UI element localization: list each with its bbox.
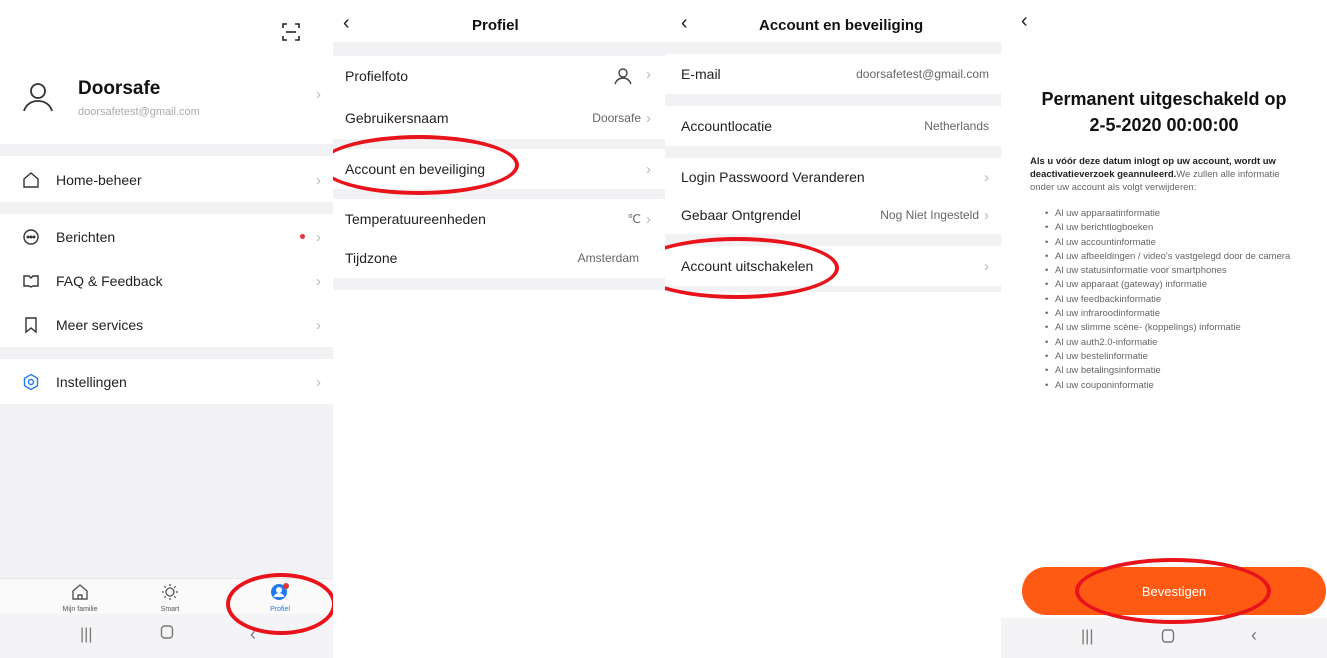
home-icon (22, 171, 40, 189)
chevron-right-icon: › (984, 257, 989, 275)
empty-area (0, 404, 333, 578)
row-temperatuureenheden[interactable]: Temperatuureenheden ℃ › (333, 199, 665, 239)
scan-icon[interactable] (281, 22, 301, 42)
settings-icon (22, 373, 40, 391)
list-item: Al uw berichtlogboeken (1045, 221, 1315, 236)
unread-dot (300, 234, 305, 239)
username: Doorsafe (78, 78, 161, 99)
page-title: Profiel (472, 17, 519, 34)
list-item: Al uw apparaatinformatie (1045, 207, 1315, 222)
divider (333, 42, 665, 56)
divider (333, 189, 665, 199)
list-item: Al uw afbeeldingen / video's vastgelegd … (1045, 250, 1315, 265)
deleted-info-list: Al uw apparaatinformatie Al uw berichtlo… (1045, 207, 1315, 393)
back-icon[interactable]: ‹ (681, 12, 688, 35)
divider (0, 347, 333, 359)
chevron-right-icon: › (316, 228, 321, 246)
row-login-passwoord[interactable]: Login Passwoord Veranderen › (665, 157, 1001, 197)
menu-item-berichten[interactable]: Berichten › (0, 215, 333, 259)
row-account-uitschakelen[interactable]: Account uitschakelen › (665, 246, 1001, 286)
account-security-screen: ‹ Account en beveiliging E-mail doorsafe… (665, 0, 1001, 658)
profiel-screen: ‹ Profiel Profielfoto › Gebruikersnaam D… (333, 0, 665, 658)
profile-icon (270, 583, 290, 601)
row-accountlocatie[interactable]: Accountlocatie Netherlands (665, 106, 1001, 146)
user-email: doorsafetest@gmail.com (78, 106, 200, 118)
tab-mijn-familie[interactable]: Mijn familie (50, 583, 110, 613)
row-account-en-beveiliging[interactable]: Account en beveiliging › (333, 149, 665, 189)
chevron-right-icon: › (316, 171, 321, 189)
chevron-right-icon: › (646, 210, 651, 228)
home-icon (71, 583, 89, 601)
home-button-icon[interactable] (160, 624, 174, 645)
back-nav-icon[interactable]: ‹ (250, 624, 256, 645)
divider (665, 234, 1001, 246)
sun-icon (161, 583, 179, 601)
divider (333, 278, 665, 290)
recent-apps-icon[interactable]: ||| (1081, 628, 1093, 646)
chevron-right-icon: › (316, 316, 321, 334)
list-item: Al uw accountinformatie (1045, 236, 1315, 251)
chevron-right-icon: › (316, 272, 321, 290)
divider (333, 139, 665, 149)
deactivation-title: Permanent uitgeschakeld op 2-5-2020 00:0… (1041, 89, 1287, 135)
divider (665, 94, 1001, 106)
avatar-icon (20, 79, 56, 115)
tab-smart[interactable]: Smart (140, 583, 200, 613)
chevron-right-icon: › (984, 206, 989, 224)
list-item: Al uw statusinformatie voor smartphones (1045, 264, 1315, 279)
back-icon[interactable]: ‹ (1021, 10, 1028, 33)
row-gebaar-ontgrendel[interactable]: Gebaar Ontgrendel Nog Niet Ingesteld › (665, 195, 1001, 235)
message-icon (22, 228, 40, 246)
system-nav-bar: ||| ‹ (0, 614, 333, 658)
back-icon[interactable]: ‹ (343, 12, 350, 35)
bookmark-icon (22, 316, 40, 334)
tab-bar: Mijn familie Smart Profiel (0, 578, 333, 614)
profile-home-screen: Doorsafe doorsafetest@gmail.com › Home-b… (0, 0, 333, 658)
divider (665, 286, 1001, 292)
list-item: Al uw infraroodinformatie (1045, 307, 1315, 322)
list-item: Al uw feedbackinformatie (1045, 293, 1315, 308)
avatar-icon (613, 66, 633, 86)
menu-item-faq-feedback[interactable]: FAQ & Feedback › (0, 259, 333, 303)
chevron-right-icon: › (646, 160, 651, 178)
list-item: Al uw auth2.0-informatie (1045, 336, 1315, 351)
menu-item-home-beheer[interactable]: Home-beheer › (0, 158, 333, 202)
divider (665, 42, 1001, 54)
chevron-right-icon: › (646, 109, 651, 127)
tab-profiel[interactable]: Profiel (250, 583, 310, 613)
list-item: Al uw betalingsinformatie (1045, 364, 1315, 379)
chevron-right-icon: › (316, 86, 321, 103)
page-title: Account en beveiliging (759, 17, 924, 34)
row-gebruikersnaam[interactable]: Gebruikersnaam Doorsafe › (333, 98, 665, 138)
recent-apps-icon[interactable]: ||| (80, 626, 92, 644)
list-item: Al uw apparaat (gateway) informatie (1045, 278, 1315, 293)
chevron-right-icon: › (984, 168, 989, 186)
confirm-button[interactable]: Bevestigen (1022, 567, 1326, 615)
menu-item-meer-services[interactable]: Meer services › (0, 303, 333, 347)
chevron-right-icon: › (646, 66, 651, 83)
row-tijdzone[interactable]: Tijdzone Amsterdam (333, 238, 665, 278)
deactivation-warning: Als u vóór deze datum inlogt op uw accou… (1030, 156, 1280, 193)
home-button-icon[interactable] (1161, 628, 1175, 649)
list-item: Al uw bestelinformatie (1045, 350, 1315, 365)
row-email[interactable]: E-mail doorsafetest@gmail.com (665, 54, 1001, 94)
back-nav-icon[interactable]: ‹ (1251, 625, 1257, 646)
menu-item-instellingen[interactable]: Instellingen › (0, 360, 333, 404)
list-item: Al uw slimme scène- (koppelings) informa… (1045, 321, 1315, 336)
book-icon (22, 272, 40, 290)
user-card[interactable]: Doorsafe doorsafetest@gmail.com › (0, 62, 333, 132)
system-nav-bar: ||| ‹ (1001, 618, 1327, 658)
divider (0, 202, 333, 214)
deactivate-screen: ‹ Permanent uitgeschakeld op 2-5-2020 00… (1001, 0, 1327, 658)
list-item: Al uw couponinformatie (1045, 379, 1315, 394)
chevron-right-icon: › (316, 373, 321, 391)
divider (0, 144, 333, 156)
row-profielfoto[interactable]: Profielfoto › (333, 56, 665, 96)
